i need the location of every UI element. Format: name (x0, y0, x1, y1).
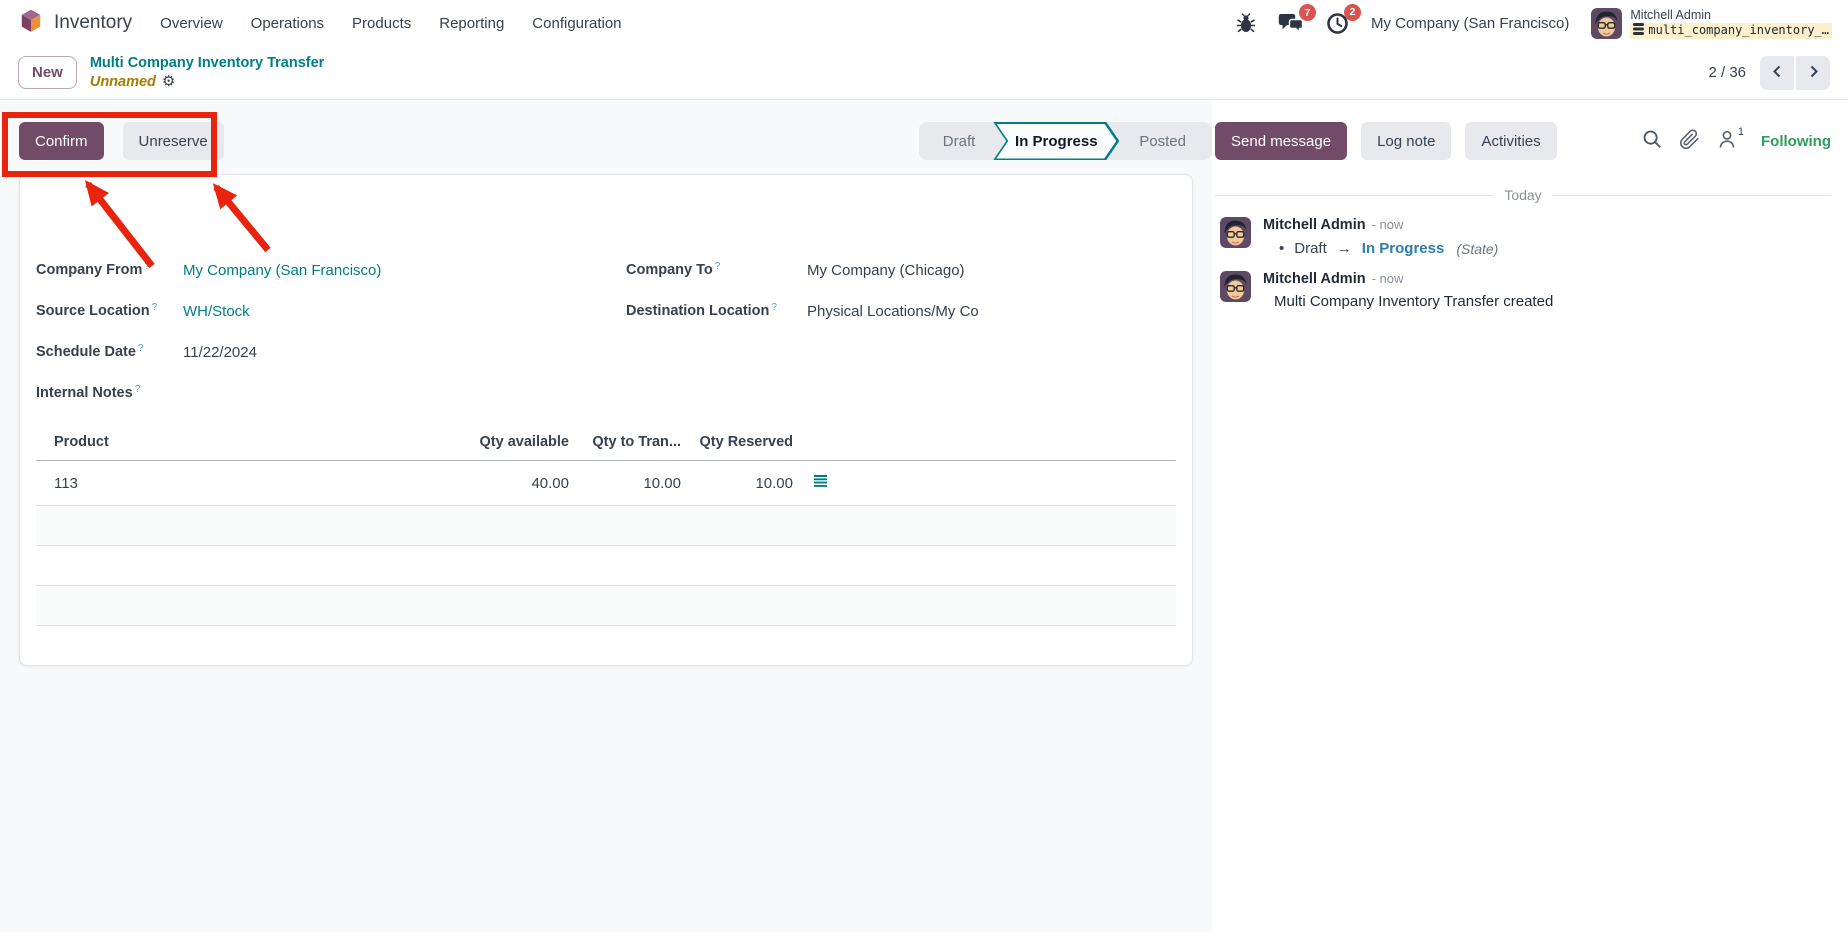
follower-person-icon (1717, 129, 1737, 153)
user-avatar (1591, 8, 1622, 39)
column-header-qty-to-transfer[interactable]: Qty to Tran... (573, 427, 685, 461)
column-header-qty-reserved[interactable]: Qty Reserved (685, 427, 797, 461)
activity-badge: 2 (1344, 4, 1361, 21)
empty-table-row (36, 586, 1176, 626)
schedule-date-value[interactable]: 11/22/2024 (183, 343, 257, 362)
chatter-message: Mitchell Admin - now • Draft → In Progre… (1220, 217, 1831, 257)
status-bar: Draft In Progress Posted (919, 122, 1212, 160)
date-divider: Today (1215, 187, 1831, 203)
table-row[interactable]: 113 40.00 10.00 10.00 (36, 461, 1176, 506)
chevron-left-icon (1769, 63, 1786, 83)
transfer-lines-table: Product Qty available Qty to Tran... Qty… (36, 427, 1176, 626)
company-switcher[interactable]: My Company (San Francisco) (1371, 15, 1569, 32)
help-icon: ? (152, 302, 158, 313)
menu-overview[interactable]: Overview (160, 15, 223, 32)
following-button[interactable]: Following (1761, 133, 1831, 150)
tracking-value: • Draft → In Progress (State) (1263, 240, 1498, 257)
menu-operations[interactable]: Operations (251, 15, 324, 32)
company-from-value[interactable]: My Company (San Francisco) (183, 261, 381, 280)
follower-count: 1 (1738, 126, 1744, 138)
help-icon: ? (771, 302, 777, 313)
inventory-app-icon (18, 8, 44, 38)
qty-available-cell: 40.00 (463, 461, 573, 506)
source-location-value[interactable]: WH/Stock (183, 302, 250, 321)
followers-button[interactable]: 1 (1717, 129, 1744, 153)
field-internal-notes: Internal Notes? (36, 384, 626, 425)
help-icon: ? (135, 384, 141, 395)
form-view-area: Confirm Unreserve Draft In Progress Post… (0, 100, 1212, 932)
menu-configuration[interactable]: Configuration (532, 15, 621, 32)
breadcrumb-bar: New Multi Company Inventory Transfer Unn… (0, 46, 1848, 100)
status-step-in-progress[interactable]: In Progress (993, 122, 1119, 160)
detailed-operations-icon[interactable] (813, 475, 828, 492)
field-company-from: Company From? My Company (San Francisco) (36, 261, 626, 302)
message-author[interactable]: Mitchell Admin (1263, 271, 1366, 287)
company-to-value[interactable]: My Company (Chicago) (807, 261, 965, 280)
send-message-button[interactable]: Send message (1215, 122, 1347, 160)
bug-icon[interactable] (1236, 12, 1256, 34)
field-company-to: Company To? My Company (Chicago) (626, 261, 979, 302)
user-menu[interactable]: Mitchell Admin multi_company_inventory_… (1591, 7, 1832, 40)
database-chip: multi_company_inventory_… (1630, 23, 1832, 40)
activities-button[interactable]: Activities (1465, 122, 1556, 160)
app-name: Inventory (54, 12, 132, 34)
menu-reporting[interactable]: Reporting (439, 15, 504, 32)
tracking-old-value: Draft (1294, 240, 1327, 257)
messages-icon[interactable]: 7 (1278, 12, 1304, 34)
pager-previous-button[interactable] (1760, 56, 1794, 90)
help-icon: ? (715, 261, 721, 272)
chevron-right-icon (1805, 63, 1822, 83)
message-avatar (1220, 217, 1251, 248)
activity-clock-icon[interactable]: 2 (1326, 12, 1349, 35)
qty-to-transfer-cell: 10.00 (573, 461, 685, 506)
chatter-message: Mitchell Admin - now Multi Company Inven… (1220, 271, 1831, 310)
app-switcher[interactable]: Inventory (18, 8, 132, 38)
arrow-right-icon: → (1337, 240, 1352, 257)
column-header-product[interactable]: Product (36, 427, 463, 461)
status-step-draft[interactable]: Draft (919, 122, 994, 160)
record-name: Unnamed (90, 73, 156, 91)
search-messages-icon[interactable] (1642, 129, 1662, 153)
record-pager: 2 / 36 (1708, 64, 1746, 81)
top-navbar: Inventory Overview Operations Products R… (0, 0, 1848, 46)
messages-badge: 7 (1299, 4, 1316, 21)
pager-next-button[interactable] (1796, 56, 1830, 90)
gear-icon[interactable]: ⚙ (162, 74, 175, 89)
message-time: - now (1372, 271, 1404, 286)
field-destination-location: Destination Location? Physical Locations… (626, 302, 979, 343)
message-body: Multi Company Inventory Transfer created (1263, 293, 1553, 310)
field-source-location: Source Location? WH/Stock (36, 302, 626, 343)
menu-products[interactable]: Products (352, 15, 411, 32)
breadcrumb-parent[interactable]: Multi Company Inventory Transfer (90, 54, 324, 72)
unreserve-button[interactable]: Unreserve (123, 122, 224, 160)
chatter-panel: Send message Log note Activities (1212, 100, 1848, 932)
product-cell: 113 (36, 461, 463, 506)
column-header-qty-available[interactable]: Qty available (463, 427, 573, 461)
empty-table-row (36, 546, 1176, 586)
message-avatar (1220, 271, 1251, 302)
confirm-button[interactable]: Confirm (19, 122, 104, 160)
database-icon (1633, 23, 1644, 40)
date-divider-label: Today (1504, 187, 1541, 203)
user-name: Mitchell Admin (1630, 7, 1832, 23)
tracking-new-value: In Progress (1362, 240, 1445, 257)
field-schedule-date: Schedule Date? 11/22/2024 (36, 343, 626, 384)
log-note-button[interactable]: Log note (1361, 122, 1451, 160)
help-icon: ? (144, 261, 150, 272)
database-name: multi_company_inventory_… (1648, 23, 1829, 39)
attachments-icon[interactable] (1679, 129, 1700, 154)
tracking-field-name: (State) (1456, 241, 1498, 257)
qty-reserved-cell: 10.00 (685, 461, 797, 506)
empty-table-row (36, 506, 1176, 546)
status-step-posted[interactable]: Posted (1119, 122, 1212, 160)
destination-location-value[interactable]: Physical Locations/My Co (807, 302, 979, 321)
message-time: - now (1372, 217, 1404, 232)
breadcrumb: Multi Company Inventory Transfer Unnamed… (90, 54, 324, 90)
help-icon: ? (138, 343, 144, 354)
message-author[interactable]: Mitchell Admin (1263, 217, 1366, 233)
new-button[interactable]: New (18, 56, 77, 89)
form-sheet: Company From? My Company (San Francisco)… (19, 174, 1193, 666)
